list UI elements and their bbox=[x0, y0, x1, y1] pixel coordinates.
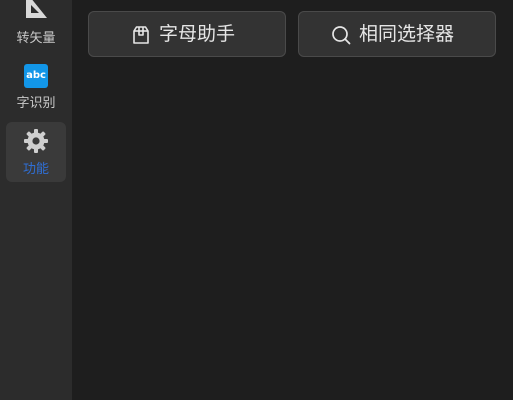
gear-icon bbox=[24, 129, 48, 153]
sidebar-item-label: 字识别 bbox=[16, 96, 56, 111]
abc-icon: abc bbox=[24, 64, 48, 88]
same-selector-button[interactable]: 相同选择器 bbox=[298, 11, 496, 57]
sidebar-item-label: 功能 bbox=[22, 162, 49, 177]
package-icon bbox=[133, 26, 149, 44]
sidebar-item-label: 转矢量 bbox=[16, 31, 56, 46]
sidebar-item-functions[interactable]: 功能 bbox=[6, 122, 66, 182]
sidebar: 转矢量 abc 字识别 功能 bbox=[0, 0, 72, 400]
search-icon bbox=[332, 26, 351, 45]
ruler-triangle-icon bbox=[26, 0, 47, 18]
sidebar-item-ocr[interactable]: abc 字识别 bbox=[0, 60, 72, 114]
button-label: 相同选择器 bbox=[359, 23, 455, 45]
button-label: 字母助手 bbox=[159, 23, 236, 45]
sidebar-item-vectorize[interactable]: 转矢量 bbox=[0, 0, 72, 52]
letter-assistant-button[interactable]: 字母助手 bbox=[88, 11, 286, 57]
